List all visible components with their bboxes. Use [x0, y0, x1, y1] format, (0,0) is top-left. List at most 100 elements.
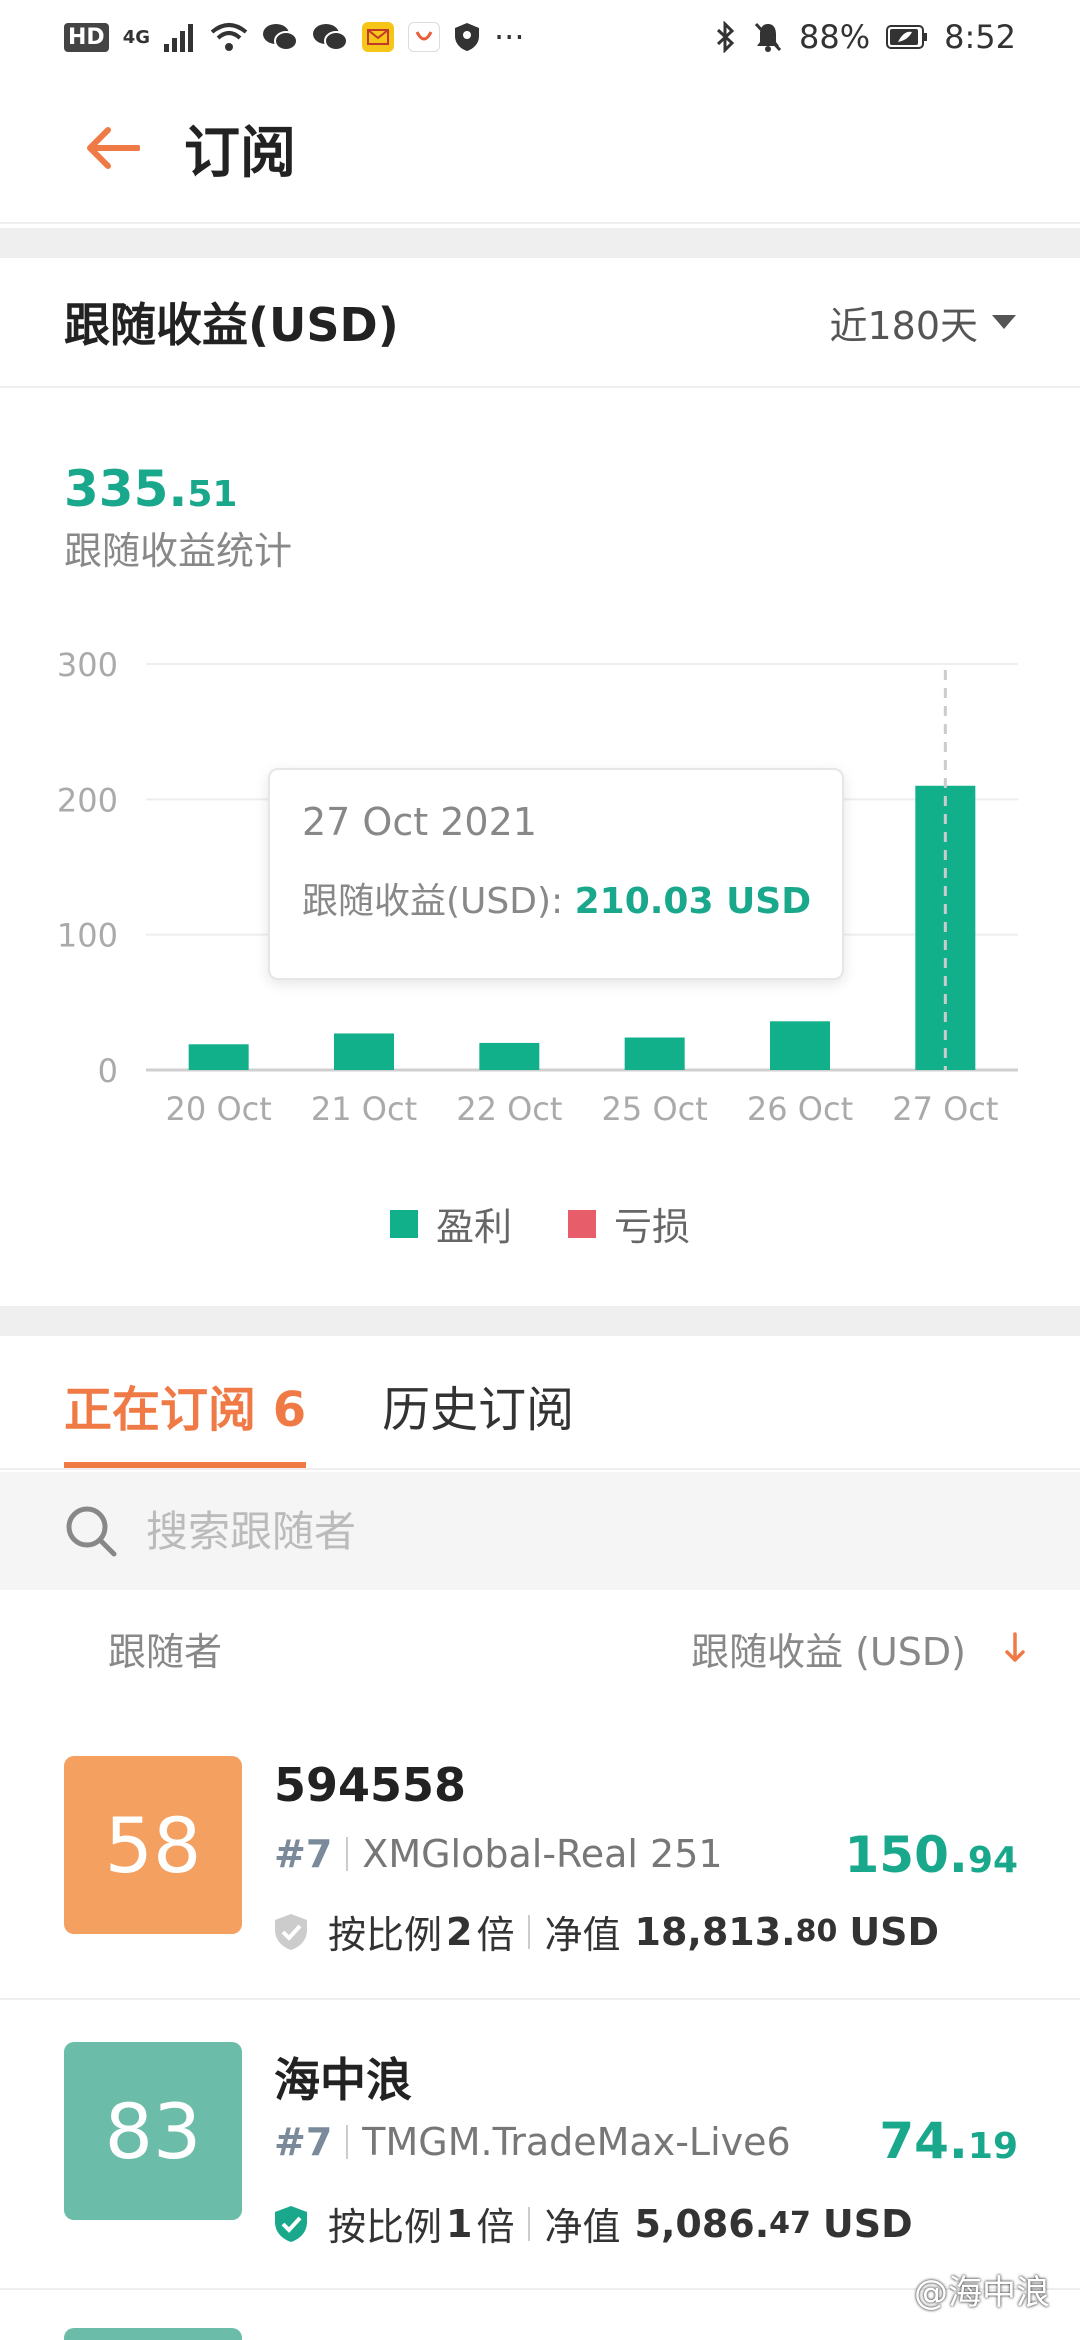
follower-server: TMGM.TradeMax-Live6 [362, 2120, 791, 2164]
arrow-left-icon [87, 127, 140, 169]
profit-int: 150. [844, 1826, 968, 1884]
ratio-label: 按比例 [328, 2205, 443, 2249]
y-tick-label: 100 [57, 917, 118, 955]
x-tick-label: 21 Oct [311, 1090, 417, 1128]
battery-icon [886, 19, 928, 55]
shield-notification-icon [454, 19, 480, 55]
chart-tooltip: 27 Oct 2021 跟随收益(USD): 210.03 USD [268, 768, 844, 980]
bar[interactable] [334, 1033, 394, 1070]
follower-meta: 按比例 2 倍 净值 18,813. 80 USD [274, 1904, 939, 1959]
ratio-value: 2 [446, 1909, 473, 1954]
follower-rank: #7 [274, 2120, 333, 2164]
tooltip-line: 跟随收益(USD): 210.03 USD [302, 872, 812, 924]
shield-check-icon [274, 1913, 308, 1951]
x-tick-label: 22 Oct [456, 1090, 562, 1128]
status-bar: HD 4G ··· 88% 8:52 [0, 0, 1080, 74]
hd-indicator: HD [64, 22, 109, 52]
legend-label-profit: 盈利 [435, 1205, 512, 1249]
mail-notification-icon [362, 19, 394, 55]
clock: 8:52 [944, 18, 1016, 56]
ratio-unit: 倍 [476, 2205, 515, 2249]
follower-account: #7 XMGlobal-Real 251 [274, 1832, 723, 1876]
bar[interactable] [479, 1042, 540, 1070]
bar[interactable] [188, 1044, 249, 1070]
avatar: 58 [64, 1756, 242, 1934]
avatar [64, 2328, 242, 2340]
page-title: 订阅 [184, 120, 296, 186]
y-tick-label: 0 [98, 1052, 118, 1090]
x-tick-label: 25 Oct [602, 1090, 708, 1128]
bar[interactable] [770, 1021, 830, 1070]
total-earnings-int: 335. [64, 460, 188, 518]
y-tick-label: 200 [57, 781, 118, 819]
tab-active-subscriptions[interactable]: 正在订阅 6 [64, 1370, 307, 1468]
tooltip-label: 跟随收益(USD): [302, 881, 564, 922]
wechat-icon [262, 19, 298, 55]
status-left: HD 4G ··· [64, 18, 525, 56]
tooltip-value: 210.03 USD [574, 881, 812, 922]
column-follower: 跟随者 [108, 1629, 223, 1674]
avatar: 83 [64, 2042, 242, 2220]
network-indicator: 4G [122, 26, 150, 48]
equity-dec: 47 [769, 2206, 811, 2241]
follower-account: #7 TMGM.TradeMax-Live6 [274, 2120, 791, 2164]
divider [528, 2206, 531, 2241]
follower-name: 海中浪 [274, 2053, 412, 2107]
earnings-title: 跟随收益(USD) [64, 298, 399, 352]
follower-server: XMGlobal-Real 251 [362, 1832, 723, 1876]
battery-percent: 88% [799, 18, 871, 56]
list-item[interactable]: 83 海中浪 #7 TMGM.TradeMax-Live6 按比例 1 倍 净值… [0, 2000, 1080, 2290]
wifi-icon [210, 19, 248, 55]
bar[interactable] [624, 1037, 685, 1070]
bluetooth-icon [715, 19, 737, 55]
equity-dec: 80 [795, 1914, 838, 1949]
mute-bell-icon [753, 19, 783, 55]
range-dropdown[interactable]: 近180天 [829, 295, 1016, 350]
equity-label: 净值 [544, 2205, 621, 2249]
wechat-icon-2 [312, 19, 348, 55]
ratio-label: 按比例 [328, 1913, 443, 1957]
total-earnings-label: 跟随收益统计 [64, 529, 293, 573]
section-divider-2 [0, 1306, 1080, 1336]
follower-profit: 150.94 [845, 1826, 1018, 1884]
tab-history-subscriptions[interactable]: 历史订阅 [382, 1370, 574, 1468]
range-label: 近180天 [829, 303, 978, 348]
watermark: @海中浪 [914, 2273, 1050, 2313]
subscription-tabs: 正在订阅 6 历史订阅 [0, 1336, 1080, 1470]
app-notification-icon [408, 19, 440, 55]
total-earnings: 335.51 [64, 460, 237, 518]
search-input[interactable] [146, 1506, 946, 1556]
equity-unit: USD [822, 2201, 913, 2246]
chevron-down-icon [992, 315, 1016, 329]
divider [528, 1914, 531, 1949]
divider [346, 2125, 349, 2159]
legend-swatch-profit [389, 1209, 418, 1238]
more-notifications-indicator: ··· [494, 18, 525, 56]
list-header: 跟随者 跟随收益 (USD) [0, 1592, 1080, 1704]
column-earnings: 跟随收益 (USD) [691, 1629, 966, 1674]
earnings-header: 跟随收益(USD) 近180天 [0, 258, 1080, 388]
status-right: 88% 8:52 [715, 18, 1016, 56]
app-header: 订阅 [0, 74, 1080, 224]
equity-int: 18,813. [634, 1909, 796, 1954]
y-tick-label: 300 [57, 646, 118, 684]
list-item[interactable]: 58 594558 #7 XMGlobal-Real 251 按比例 2 倍 净… [0, 1696, 1080, 2000]
follower-profit: 74.19 [879, 2112, 1018, 2170]
x-tick-label: 26 Oct [747, 1090, 853, 1128]
chart-legend: 盈利 亏损 [0, 1196, 1080, 1251]
legend-item-profit[interactable]: 盈利 [389, 1196, 512, 1251]
ratio-unit: 倍 [476, 1913, 515, 1957]
section-divider [0, 228, 1080, 258]
search-bar [0, 1472, 1080, 1590]
equity-int: 5,086. [634, 2201, 770, 2246]
back-button[interactable] [66, 102, 158, 194]
tooltip-date: 27 Oct 2021 [302, 800, 537, 844]
legend-item-loss[interactable]: 亏损 [568, 1196, 690, 1251]
legend-swatch-loss [568, 1209, 596, 1238]
x-tick-label: 27 Oct [892, 1090, 998, 1128]
follower-meta: 按比例 1 倍 净值 5,086. 47 USD [274, 2196, 913, 2251]
sort-by-earnings[interactable]: 跟随收益 (USD) [691, 1621, 1026, 1676]
total-earnings-dec: 51 [187, 474, 238, 515]
follower-rank: #7 [274, 1832, 333, 1876]
profit-int: 74. [879, 2112, 968, 2170]
